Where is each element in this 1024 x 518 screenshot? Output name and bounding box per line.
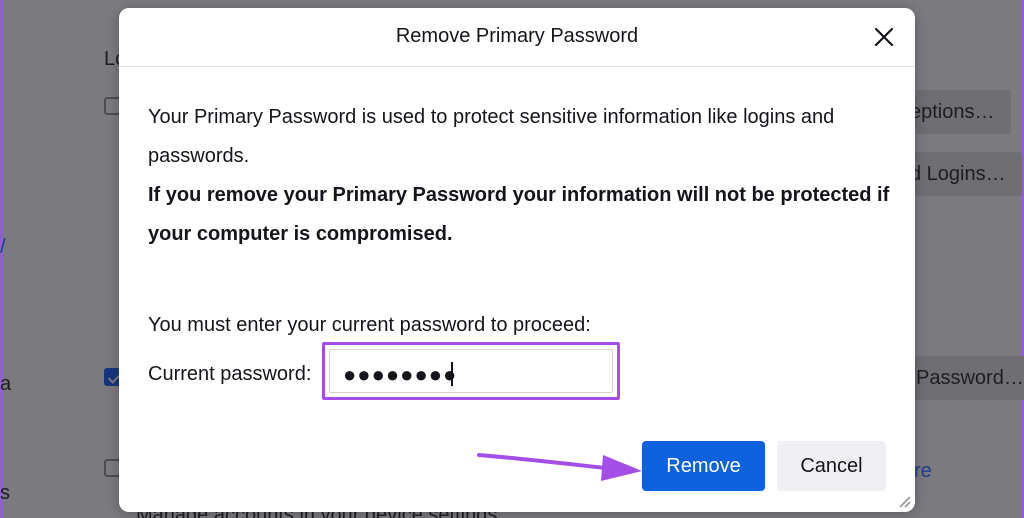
dialog-title: Remove Primary Password	[395, 25, 639, 47]
close-icon	[874, 27, 894, 47]
current-password-input[interactable]: ●●●●●●●●	[322, 342, 620, 400]
frame-border-left	[0, 0, 3, 518]
remove-button[interactable]: Remove	[642, 441, 765, 491]
warning-text: If you remove your Primary Password your…	[148, 184, 890, 245]
current-password-label: Current password:	[148, 363, 312, 385]
firefox-settings-page: Lo / a s Manage accounts in your device …	[0, 0, 1024, 518]
background-text-s: s	[0, 482, 10, 504]
dialog-body: Your Primary Password is used to protect…	[148, 98, 893, 254]
close-button[interactable]	[871, 24, 897, 50]
learn-more-link[interactable]: re	[914, 460, 932, 483]
dialog-header: Remove Primary Password	[119, 8, 915, 67]
password-mask: ●●●●●●●●	[343, 362, 458, 387]
description-text: Your Primary Password is used to protect…	[148, 106, 835, 167]
text-caret	[451, 362, 453, 386]
resize-grip-icon[interactable]	[895, 492, 911, 508]
background-text-a: a	[0, 373, 12, 395]
cancel-button[interactable]: Cancel	[777, 441, 886, 491]
remove-primary-password-dialog: Remove Primary Password Your Primary Pas…	[119, 8, 915, 512]
background-link[interactable]: /	[0, 236, 6, 259]
pointer-arrow-icon	[477, 453, 642, 481]
proceed-instruction: You must enter your current password to …	[148, 314, 591, 336]
password-input-inner: ●●●●●●●●	[329, 349, 613, 393]
